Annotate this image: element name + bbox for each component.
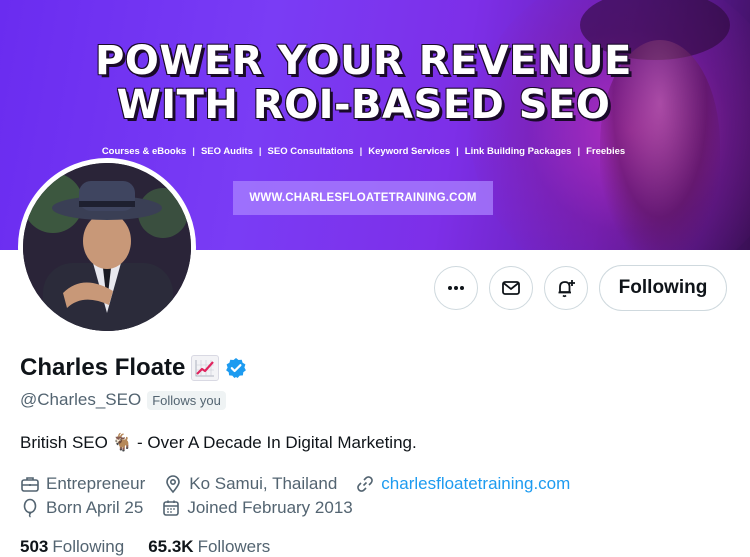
joined-item: Joined February 2013: [161, 498, 353, 518]
balloon-icon: [23, 498, 37, 518]
chart-increasing-icon: [191, 355, 220, 381]
following-count: 503: [20, 537, 49, 556]
website-link[interactable]: charlesfloatetraining.com: [381, 474, 570, 494]
follows-you-badge: Follows you: [147, 390, 226, 410]
profile-bio: British SEO 🐐 - Over A Decade In Digital…: [20, 433, 417, 453]
followers-label: Followers: [197, 537, 271, 556]
followers-stat[interactable]: 65.3K Followers: [148, 537, 270, 557]
following-label: Following: [52, 537, 125, 556]
name-row: Charles Floate: [20, 354, 247, 382]
banner-service: Freebies: [586, 146, 626, 157]
following-stat[interactable]: 503 Following: [20, 537, 124, 557]
profession-text: Entrepreneur: [46, 474, 146, 493]
notifications-button[interactable]: [544, 266, 588, 310]
following-button[interactable]: Following: [599, 265, 727, 311]
envelope-icon: [502, 281, 520, 295]
banner-service: Courses & eBooks: [101, 146, 187, 157]
verified-badge-icon[interactable]: [225, 357, 247, 379]
location-pin-icon: [166, 475, 181, 494]
calendar-icon: [163, 500, 180, 516]
banner-separator: |: [192, 146, 195, 157]
banner-service: Keyword Services: [368, 146, 451, 157]
follow-stats: 503 Following 65.3K Followers: [20, 537, 270, 557]
profession-item: Entrepreneur: [20, 474, 145, 494]
avatar-image: [23, 163, 191, 331]
banner-cta-url: WWW.CHARLESFLOATETRAINING.COM: [233, 181, 493, 215]
bio-prefix: British SEO: [20, 433, 108, 452]
bio-suffix: - Over A Decade In Digital Marketing.: [137, 433, 417, 452]
location-text: Ko Samui, Thailand: [189, 474, 338, 493]
message-button[interactable]: [489, 266, 533, 310]
display-name: Charles Floate: [20, 354, 186, 381]
banner-separator: |: [456, 146, 459, 157]
banner-headline-line2: WITH ROI-BASED SEO: [116, 82, 611, 128]
banner-headline-line1: POWER YOUR REVENUE: [95, 38, 632, 84]
followers-count: 65.3K: [148, 537, 194, 556]
birthday-text: Born April 25: [46, 498, 144, 517]
bell-plus-icon: [558, 280, 575, 298]
profile-meta-row: Born April 25 Joined February 2013: [20, 498, 353, 518]
profile-meta-row: Entrepreneur Ko Samui, Thailand charlesf…: [20, 474, 570, 494]
banner-separator: |: [359, 146, 363, 157]
joined-text: Joined February 2013: [187, 498, 353, 517]
link-icon: [357, 476, 374, 492]
banner-separator: |: [258, 146, 262, 157]
banner-services-list: Courses & eBooks | SEO Audits | SEO Cons…: [0, 146, 727, 157]
banner-service: SEO Consultations: [267, 146, 354, 157]
website-item[interactable]: charlesfloatetraining.com: [355, 474, 570, 494]
handle-row: @Charles_SEO Follows you: [20, 390, 226, 410]
avatar[interactable]: [18, 158, 196, 336]
user-handle: @Charles_SEO: [20, 390, 142, 409]
banner-service: SEO Audits: [200, 146, 253, 157]
more-icon: [448, 286, 464, 290]
birthday-item: Born April 25: [20, 498, 143, 518]
briefcase-icon: [21, 477, 39, 492]
more-button[interactable]: [434, 266, 478, 310]
goat-icon: 🐐: [111, 433, 134, 452]
banner-separator: |: [577, 146, 581, 157]
location-item: Ko Samui, Thailand: [163, 474, 337, 494]
banner-service: Link Building Packages: [464, 146, 572, 157]
